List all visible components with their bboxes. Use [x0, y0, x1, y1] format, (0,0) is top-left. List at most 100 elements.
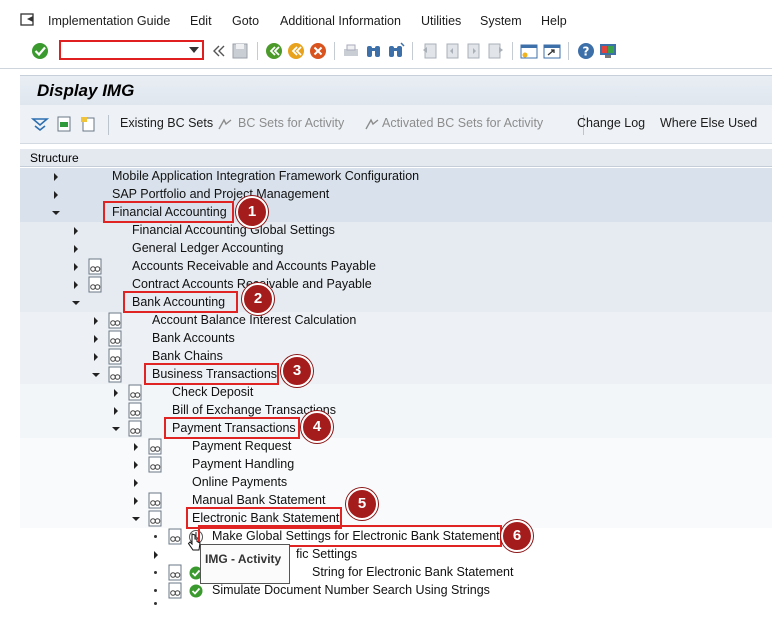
img-documentation-icon[interactable]	[128, 402, 143, 419]
expand-icon[interactable]	[74, 263, 78, 271]
toolbar-divider	[108, 115, 109, 135]
expand-icon[interactable]	[134, 497, 138, 505]
layout-icon[interactable]	[598, 41, 618, 61]
expand-icon[interactable]	[134, 443, 138, 451]
img-documentation-icon[interactable]	[168, 582, 183, 599]
command-input[interactable]	[63, 43, 187, 59]
exit-icon[interactable]	[286, 41, 306, 61]
last-page-icon[interactable]	[486, 41, 506, 61]
activity-check-icon[interactable]	[188, 582, 204, 599]
notes-icon[interactable]	[79, 115, 97, 133]
img-documentation-icon[interactable]	[148, 438, 163, 455]
collapse-icon[interactable]	[112, 427, 120, 431]
tree-node[interactable]: Payment Request	[20, 438, 772, 456]
chevron-down-icon[interactable]	[189, 47, 199, 53]
activated-bc-sets-button[interactable]: Activated BC Sets for Activity	[382, 116, 543, 130]
img-documentation-icon[interactable]	[148, 456, 163, 473]
first-page-icon[interactable]	[420, 41, 440, 61]
expand-icon[interactable]	[94, 317, 98, 325]
img-documentation-icon[interactable]	[128, 420, 143, 437]
collapse-icon[interactable]	[92, 373, 100, 377]
bc-sets-for-activity-button[interactable]: BC Sets for Activity	[238, 116, 344, 130]
expand-icon[interactable]	[54, 173, 58, 181]
find-icon[interactable]	[364, 41, 384, 61]
img-documentation-icon[interactable]	[108, 330, 123, 347]
collapse-icon[interactable]	[72, 301, 80, 305]
menu-additional-information[interactable]: Additional Information	[280, 14, 401, 28]
expand-icon[interactable]	[94, 335, 98, 343]
tree-node[interactable]: General Ledger Accounting	[20, 240, 772, 258]
img-documentation-icon[interactable]	[168, 528, 183, 545]
tree-node[interactable]: Bank Chains	[20, 348, 772, 366]
expand-icon[interactable]	[74, 281, 78, 289]
tree-node[interactable]: Manual Bank Statement	[20, 492, 772, 510]
expand-icon[interactable]	[134, 479, 138, 487]
shortcut-icon[interactable]	[542, 41, 562, 61]
tree-node[interactable]: Account Balance Interest Calculation	[20, 312, 772, 330]
sap-menu-icon[interactable]	[19, 12, 37, 28]
tree-node[interactable]: Simulate Document Number Search Using St…	[20, 582, 772, 600]
tree-node-business-transactions[interactable]: Business Transactions	[20, 366, 772, 384]
expand-icon[interactable]	[74, 245, 78, 253]
menu-utilities[interactable]: Utilities	[421, 14, 461, 28]
expand-icon[interactable]	[114, 389, 118, 397]
collapse-icon[interactable]	[52, 211, 60, 215]
tree-node[interactable]: fic Settings	[20, 546, 772, 564]
img-documentation-icon[interactable]	[108, 366, 123, 383]
tree-node[interactable]: Check Deposit	[20, 384, 772, 402]
tree-node[interactable]: Bill of Exchange Transactions	[20, 402, 772, 420]
tree-node-payment-transactions[interactable]: Payment Transactions	[20, 420, 772, 438]
tree-node[interactable]: Bank Accounts	[20, 330, 772, 348]
menu-edit[interactable]: Edit	[190, 14, 212, 28]
tree-node[interactable]: Mobile Application Integration Framework…	[20, 168, 772, 186]
img-documentation-icon[interactable]	[168, 564, 183, 581]
back-icon[interactable]	[264, 41, 284, 61]
menu-implementation-guide[interactable]: Implementation Guide	[48, 14, 170, 28]
expand-icon[interactable]	[54, 191, 58, 199]
new-session-icon[interactable]	[519, 41, 539, 61]
save-icon[interactable]	[230, 41, 250, 61]
img-documentation-icon[interactable]	[88, 276, 103, 293]
img-documentation-icon[interactable]	[108, 348, 123, 365]
tree-node-label: String for Electronic Bank Statement	[312, 565, 514, 579]
tree-node[interactable]: String for Electronic Bank Statement	[20, 564, 772, 582]
expand-icon[interactable]	[134, 461, 138, 469]
menu-goto[interactable]: Goto	[232, 14, 259, 28]
filter-icon[interactable]	[31, 115, 49, 133]
expand-icon[interactable]	[94, 353, 98, 361]
change-log-button[interactable]: Change Log	[577, 116, 645, 130]
next-page-icon[interactable]	[464, 41, 484, 61]
print-icon[interactable]	[341, 41, 361, 61]
where-else-used-button[interactable]: Where Else Used	[660, 116, 757, 130]
command-field[interactable]	[59, 40, 204, 60]
menu-help[interactable]: Help	[541, 14, 567, 28]
existing-bc-sets-button[interactable]: Existing BC Sets	[120, 116, 213, 130]
enter-icon[interactable]	[30, 41, 50, 61]
tree-node-label: Financial Accounting Global Settings	[132, 223, 335, 237]
img-documentation-icon[interactable]	[88, 258, 103, 275]
img-documentation-icon[interactable]	[108, 312, 123, 329]
tree-node-label: SAP Portfolio and Project Management	[112, 187, 330, 201]
img-documentation-icon[interactable]	[148, 510, 163, 527]
collapse-icon[interactable]	[132, 517, 140, 521]
img-documentation-icon[interactable]	[128, 384, 143, 401]
tree-node[interactable]: Payment Handling	[20, 456, 772, 474]
find-next-icon[interactable]	[386, 41, 406, 61]
img-documentation-icon[interactable]	[148, 492, 163, 509]
leaf-bullet	[154, 602, 157, 605]
execute-icon[interactable]	[55, 115, 73, 133]
step-badge-4: 4	[301, 411, 333, 443]
expand-icon[interactable]	[114, 407, 118, 415]
cancel-icon[interactable]	[308, 41, 328, 61]
tree-node-label: Simulate Document Number Search Using St…	[212, 583, 490, 597]
tree-node[interactable]: Financial Accounting Global Settings	[20, 222, 772, 240]
expand-icon[interactable]	[74, 227, 78, 235]
expand-icon[interactable]	[154, 551, 158, 559]
application-toolbar: Existing BC Sets BC Sets for Activity Ac…	[20, 105, 772, 144]
prev-page-icon[interactable]	[442, 41, 462, 61]
tree-node[interactable]: Online Payments	[20, 474, 772, 492]
help-icon[interactable]: ?	[576, 41, 596, 61]
menu-system[interactable]: System	[480, 14, 522, 28]
tree-node[interactable]: Accounts Receivable and Accounts Payable	[20, 258, 772, 276]
collapse-command-icon[interactable]	[208, 41, 228, 61]
